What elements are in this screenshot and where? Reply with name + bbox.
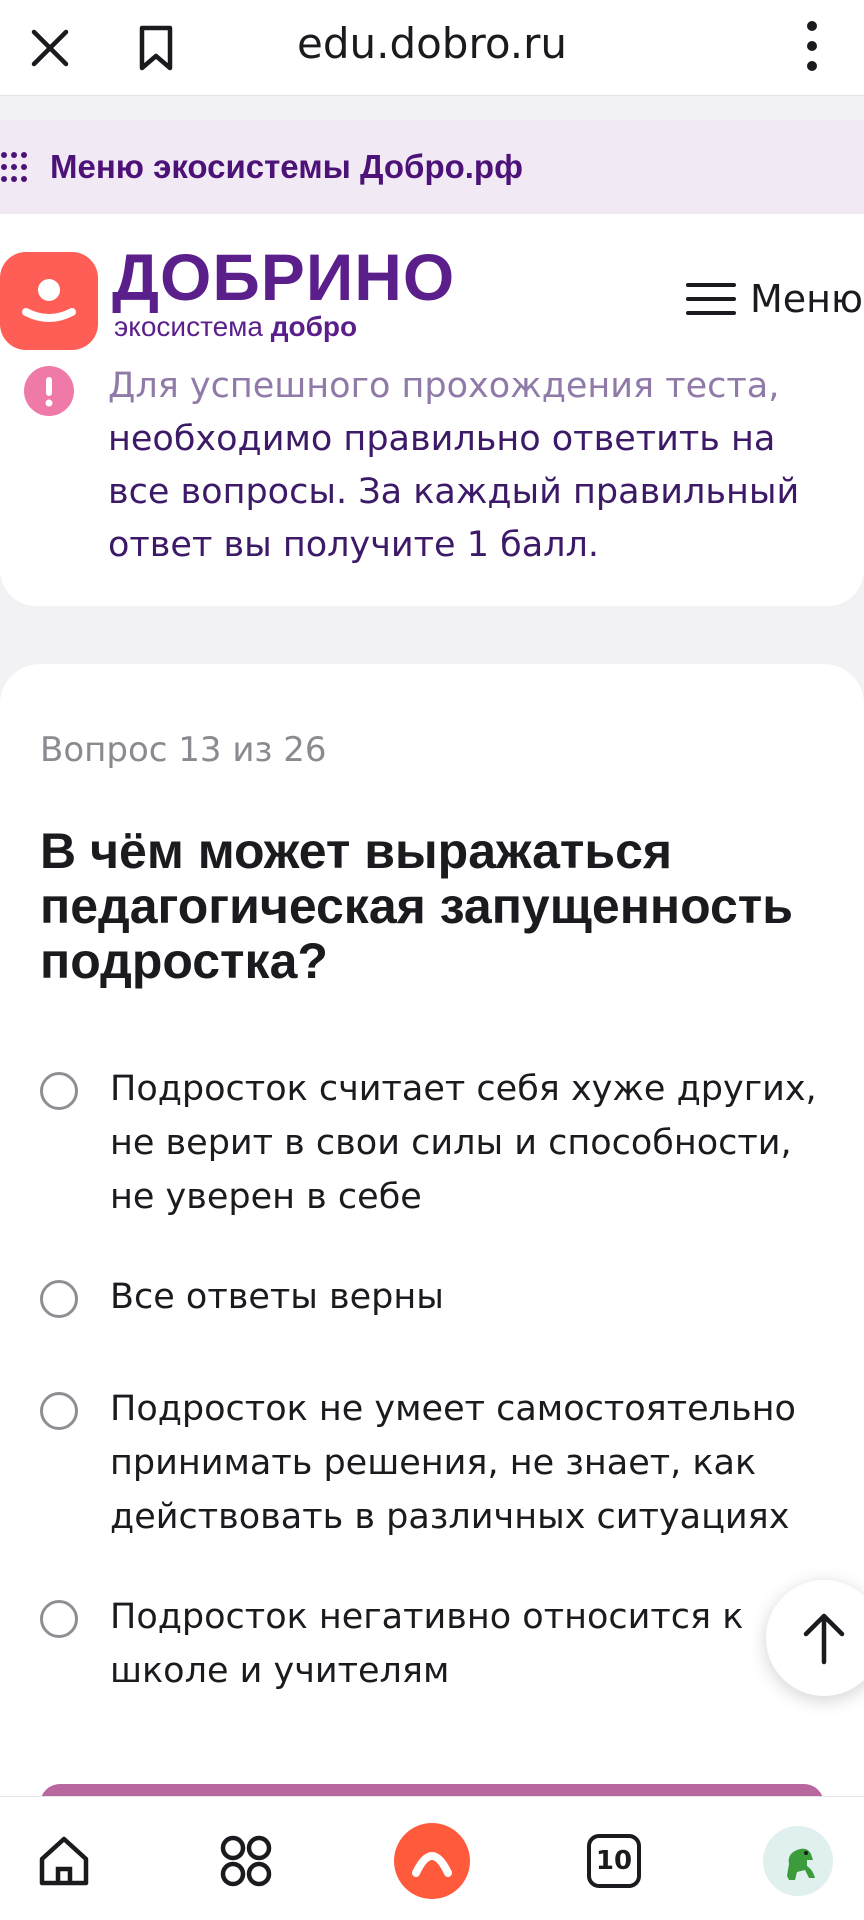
browser-toolbar: edu.dobro.ru: [0, 0, 864, 96]
alice-assistant-button[interactable]: [392, 1821, 472, 1901]
answer-option-label: Подросток не умеет самостоятельно приним…: [110, 1389, 796, 1537]
notice-rest: необходимо правильно ответить на все воп…: [108, 419, 800, 565]
radio-button[interactable]: [40, 1600, 78, 1638]
logo-subtitle: экосистема добро: [114, 310, 357, 344]
answer-option-label: Подросток считает себя хуже других, не в…: [110, 1069, 817, 1217]
logo-title[interactable]: ДОБРИНО: [112, 244, 455, 310]
more-menu-icon[interactable]: [792, 16, 832, 76]
alice-icon: [394, 1823, 470, 1899]
answer-option-label: Подросток негативно относится к школе и …: [110, 1597, 744, 1691]
person-icon: [22, 279, 76, 322]
menu-button[interactable]: Меню: [686, 274, 863, 324]
tabs-button[interactable]: 10: [574, 1821, 654, 1901]
radio-button[interactable]: [40, 1392, 78, 1430]
home-button[interactable]: [24, 1821, 104, 1901]
ecosystem-menu-bar[interactable]: Меню экосистемы Добро.рф: [0, 120, 864, 214]
exclamation-icon: [24, 366, 74, 416]
logo-sub-prefix: экосистема: [114, 311, 263, 342]
grid-dots-icon: [1, 152, 27, 182]
apps-grid-icon: [220, 1835, 272, 1887]
menu-label: Меню: [750, 277, 863, 321]
question-title: В чём может выражаться педагогическая за…: [40, 823, 794, 989]
profile-button[interactable]: [758, 1821, 838, 1901]
ecosystem-menu-label: Меню экосистемы Добро.рф: [50, 148, 523, 185]
arrow-up-icon: [803, 1613, 845, 1665]
radio-button[interactable]: [40, 1280, 78, 1318]
dobrino-logo-icon[interactable]: [0, 252, 98, 350]
home-icon: [39, 1836, 89, 1886]
hamburger-icon: [686, 283, 736, 315]
dinosaur-avatar-icon: [763, 1826, 833, 1896]
tabs-count: 10: [587, 1834, 641, 1888]
browser-bottom-nav: 10: [0, 1796, 864, 1920]
question-counter: Вопрос 13 из 26: [40, 730, 327, 770]
logo-sub-brand: добро: [270, 311, 358, 342]
close-icon[interactable]: [26, 24, 74, 72]
answer-option-label: Все ответы верны: [110, 1277, 444, 1317]
radio-button[interactable]: [40, 1072, 78, 1110]
address-bar[interactable]: edu.dobro.ru: [220, 16, 644, 72]
notice-text: Для успешного прохождения теста, необход…: [108, 360, 844, 572]
header-card: ДОБРИНО экосистема добро Меню Для успешн…: [0, 214, 864, 606]
services-button[interactable]: [206, 1821, 286, 1901]
bookmark-icon[interactable]: [132, 22, 180, 74]
notice-line-1: Для успешного прохождения теста,: [108, 366, 780, 406]
